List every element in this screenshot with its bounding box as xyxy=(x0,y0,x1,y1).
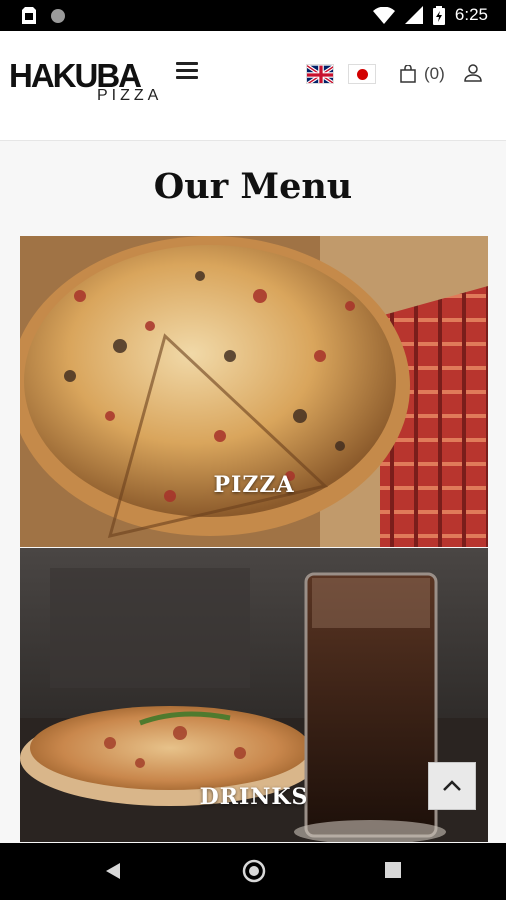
category-label-pizza: PIZZA xyxy=(213,472,295,498)
sim-card-icon xyxy=(22,7,36,24)
cart-count: (0) xyxy=(424,64,445,83)
status-time: 6:25 xyxy=(454,5,488,24)
circle-notification-icon xyxy=(51,8,65,23)
user-account-icon[interactable] xyxy=(464,64,482,87)
logo-sub-text: PIZZA xyxy=(97,87,163,104)
menu-category-drinks[interactable]: DRINKS xyxy=(20,548,488,842)
home-circle-icon[interactable] xyxy=(242,859,266,883)
site-header: HAKUBA PIZZA (0) xyxy=(0,31,506,141)
page-title: Our Menu xyxy=(153,166,353,207)
back-triangle-icon[interactable] xyxy=(104,861,122,881)
wifi-icon xyxy=(372,6,395,24)
signal-icon xyxy=(404,6,423,24)
category-label-drinks: DRINKS xyxy=(199,784,309,810)
back-to-top-button[interactable] xyxy=(428,762,476,810)
android-navigation-bar xyxy=(0,843,506,900)
battery-icon xyxy=(432,5,445,25)
japanese-flag-icon[interactable] xyxy=(348,64,376,84)
recents-square-icon[interactable] xyxy=(384,861,402,879)
menu-hamburger-icon[interactable] xyxy=(176,62,198,82)
status-bar: 6:25 xyxy=(0,0,506,31)
english-flag-icon[interactable] xyxy=(306,64,334,84)
chevron-up-icon xyxy=(443,780,461,791)
cart-button[interactable]: (0) xyxy=(400,64,445,84)
menu-category-pizza[interactable]: PIZZA xyxy=(20,236,488,547)
pizza-image xyxy=(20,236,488,547)
logo[interactable]: HAKUBA PIZZA xyxy=(9,57,159,107)
shopping-bag-icon xyxy=(400,65,416,83)
